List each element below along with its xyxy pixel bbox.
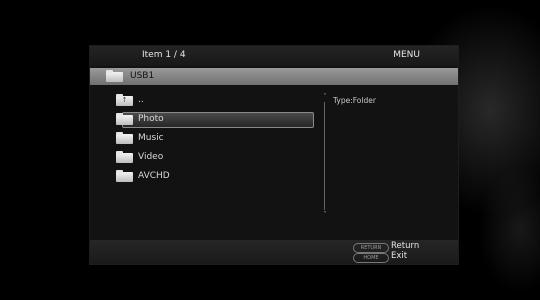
scrollbar[interactable]: ˄ ˅: [322, 94, 328, 218]
return-label: Return: [391, 241, 420, 251]
folder-icon: [106, 70, 123, 82]
folder-icon: [116, 113, 133, 125]
home-key-icon: HOME: [353, 253, 389, 263]
file-list: ↑ .. Photo Music Video AVCHD: [90, 92, 320, 232]
scrollbar-track: [324, 102, 325, 210]
folder-icon: [116, 151, 133, 163]
folder-up-icon: ↑: [116, 94, 133, 106]
file-browser-panel: Item 1 / 4 MENU USB1 ↑ .. Photo Music Vi…: [90, 46, 458, 264]
footer-bar: RETURN Return HOME Exit: [90, 240, 458, 264]
list-item-label: ..: [138, 95, 144, 105]
item-type-info: Type:Folder: [333, 96, 376, 105]
menu-button[interactable]: MENU: [393, 50, 420, 60]
list-item-photo[interactable]: Photo: [90, 111, 320, 129]
list-item-music[interactable]: Music: [90, 130, 320, 148]
return-key-icon: RETURN: [353, 243, 389, 253]
list-item-avchd[interactable]: AVCHD: [90, 168, 320, 186]
scroll-down-icon[interactable]: ˅: [322, 212, 328, 218]
list-item-label: Music: [138, 133, 164, 143]
list-item-parent[interactable]: ↑ ..: [90, 92, 320, 110]
list-item-video[interactable]: Video: [90, 149, 320, 167]
folder-icon: [116, 132, 133, 144]
item-counter: Item 1 / 4: [142, 50, 186, 60]
scroll-up-icon[interactable]: ˄: [322, 94, 328, 100]
list-item-label: Photo: [138, 114, 164, 124]
current-path-bar: USB1: [90, 68, 458, 85]
list-item-label: AVCHD: [138, 171, 170, 181]
exit-label: Exit: [391, 251, 408, 261]
folder-icon: [116, 170, 133, 182]
list-item-label: Video: [138, 152, 164, 162]
header-bar: Item 1 / 4 MENU: [90, 46, 458, 66]
current-path-label: USB1: [130, 71, 155, 81]
